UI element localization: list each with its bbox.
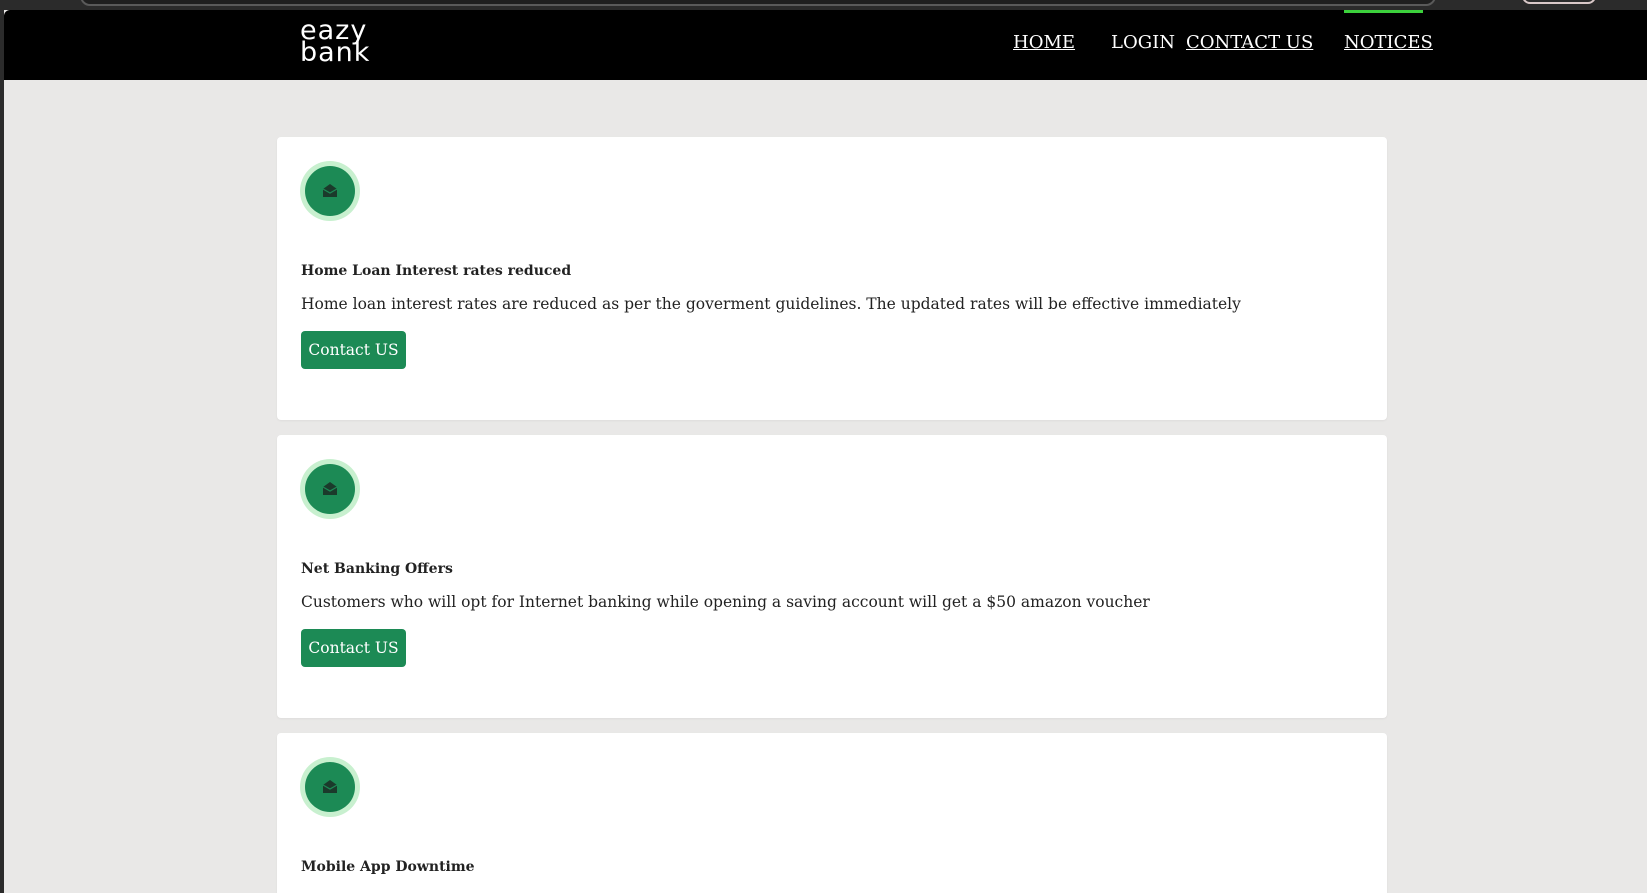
nav-login[interactable]: LOGIN (1111, 32, 1175, 53)
page-viewport: eazy bank HOME LOGIN CONTACT US NOTICES … (4, 10, 1647, 893)
address-bar-edge[interactable] (80, 0, 1436, 6)
notice-title: Net Banking Offers (301, 561, 453, 577)
main-nav: HOME LOGIN CONTACT US NOTICES (4, 10, 1647, 80)
notice-title: Home Loan Interest rates reduced (301, 263, 572, 279)
notice-card: Net Banking Offers Customers who will op… (277, 435, 1387, 718)
site-header: eazy bank HOME LOGIN CONTACT US NOTICES (4, 10, 1647, 80)
envelope-open-icon (300, 459, 360, 519)
notice-body: Home loan interest rates are reduced as … (301, 295, 1241, 313)
browser-top-strip (0, 0, 1647, 10)
profile-pill[interactable] (1522, 0, 1596, 4)
envelope-open-icon (300, 161, 360, 221)
nav-contact-us[interactable]: CONTACT US (1186, 32, 1313, 53)
notice-card: Mobile App Downtime (277, 733, 1387, 893)
active-tab-indicator (1344, 10, 1423, 13)
envelope-open-icon (300, 757, 360, 817)
contact-us-button[interactable]: Contact US (301, 331, 406, 369)
nav-home[interactable]: HOME (1013, 32, 1075, 53)
nav-notices[interactable]: NOTICES (1344, 32, 1433, 53)
notice-body: Customers who will opt for Internet bank… (301, 593, 1150, 611)
contact-us-button[interactable]: Contact US (301, 629, 406, 667)
notice-title: Mobile App Downtime (301, 859, 475, 875)
notice-card: Home Loan Interest rates reduced Home lo… (277, 137, 1387, 420)
